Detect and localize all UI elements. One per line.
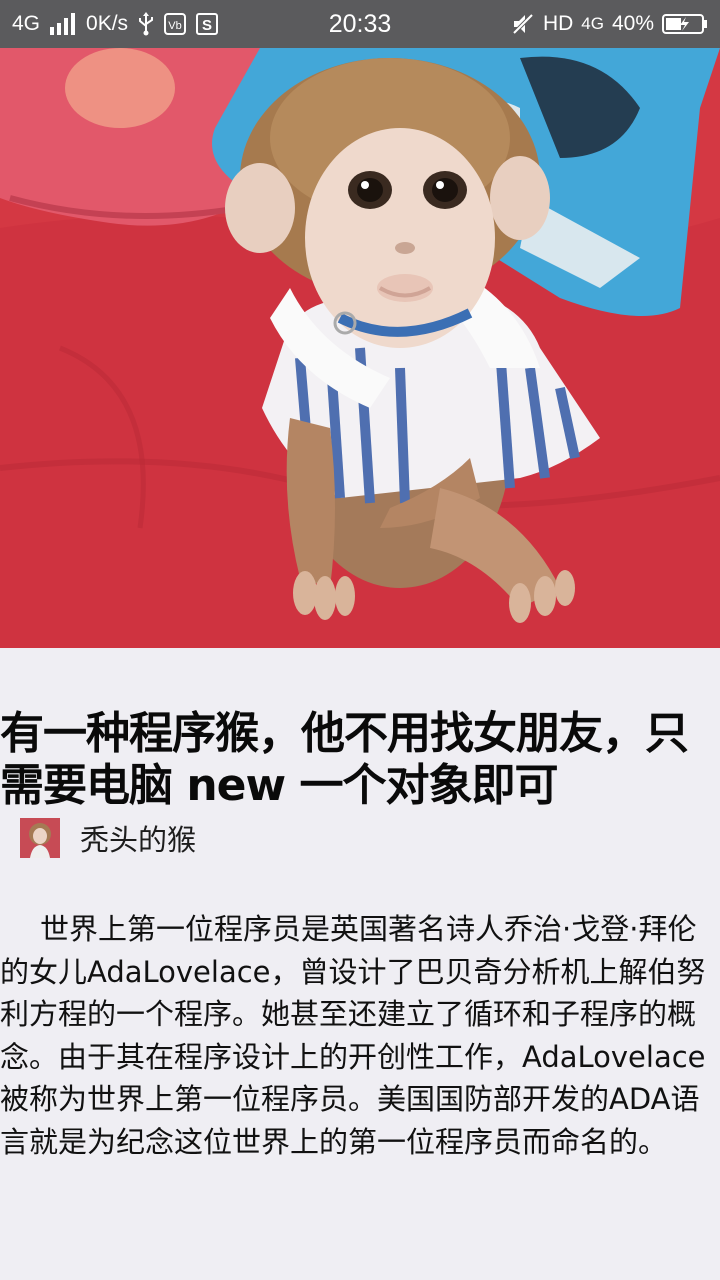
svg-text:S: S [202, 17, 212, 34]
article-body: 世界上第一位程序员是英国著名诗人乔治·戈登·拜伦的女儿AdaLovelace，曾… [0, 912, 706, 1159]
avatar[interactable] [20, 818, 60, 858]
s-notification-icon: S [196, 13, 219, 35]
network-speed: 0K/s [86, 12, 129, 35]
network-type-right: 4G [581, 14, 604, 33]
author-name[interactable]: 秃头的猴 [80, 817, 196, 859]
status-bar: 4G 0K/s Vb S 20:33 HD 4G 40% [0, 0, 720, 48]
app-notification-icon: Vb [164, 13, 187, 35]
monkey-photo [0, 48, 720, 648]
hd-label: HD [542, 12, 574, 35]
battery-charging-icon [662, 13, 708, 35]
mute-icon [511, 12, 535, 36]
battery-percent: 40% [611, 12, 654, 35]
clock: 20:33 [328, 9, 392, 38]
signal-icon [50, 13, 76, 35]
usb-icon [138, 12, 154, 36]
author-row[interactable]: 秃头的猴 [20, 818, 196, 858]
network-type: 4G [12, 12, 41, 35]
article-title: 有一种程序猴，他不用找女朋友，只需要电脑 new 一个对象即可 [0, 708, 689, 811]
svg-text:Vb: Vb [168, 20, 181, 32]
